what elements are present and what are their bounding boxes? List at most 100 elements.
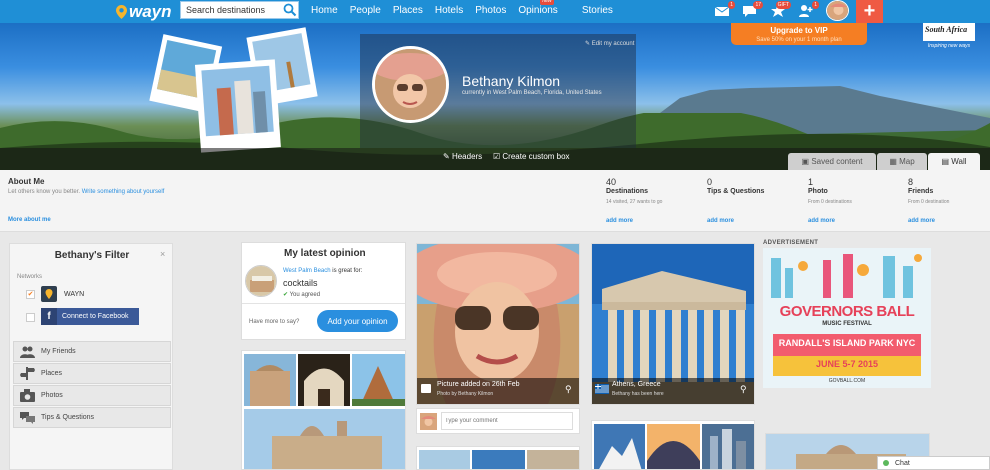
opinion-agreed: ✔ You agreed — [283, 291, 320, 298]
write-about-link[interactable]: Write something about yourself — [82, 189, 165, 195]
edit-account-link[interactable]: ✎ Edit my account — [585, 40, 634, 47]
stat-destinations: 40 Destinations 14 visited, 27 wants to … — [606, 177, 662, 224]
tab-map[interactable]: ▦ Map — [877, 153, 927, 170]
messages-button[interactable]: 1 — [714, 1, 735, 19]
headers-button[interactable]: ✎ Headers — [443, 152, 482, 161]
search-input[interactable] — [181, 3, 277, 17]
add-opinion-button[interactable]: Add your opinion — [317, 310, 398, 332]
facebook-icon: f — [41, 308, 57, 325]
wayn-network-icon — [41, 286, 57, 302]
online-status-icon — [883, 460, 889, 466]
search-box — [180, 1, 299, 19]
filter-item-label: Places — [41, 370, 63, 377]
close-icon[interactable]: × — [160, 249, 165, 259]
nav-opinions[interactable]: Opinions new — [518, 0, 569, 16]
ad-venue: RANDALL'S ISLAND PARK NYC — [773, 338, 921, 348]
stat-sub: From 0 destinations — [808, 199, 852, 205]
wayn-network-label: WAYN — [64, 291, 85, 298]
add-more-link[interactable]: add more — [707, 218, 734, 224]
friend-requests-button[interactable]: 1 — [798, 1, 819, 19]
gifts-button[interactable]: GIFT — [770, 1, 791, 19]
greece-flag-icon — [595, 384, 609, 394]
place-caption-title: Athens, Greece — [612, 381, 661, 388]
commenter-avatar — [420, 413, 437, 430]
user-avatar-menu[interactable] — [826, 0, 849, 21]
filter-item-places[interactable]: Places — [13, 363, 171, 384]
photo-grid-card[interactable] — [591, 420, 755, 470]
stat-label: Friends — [908, 188, 934, 195]
wayn-logo[interactable]: wayn — [116, 0, 172, 23]
nav-stories[interactable]: Stories — [582, 5, 613, 16]
notifications-button[interactable]: 17 — [742, 1, 763, 19]
nav-home[interactable]: Home — [311, 5, 338, 16]
more-to-say-text: Have more to say? — [249, 319, 300, 325]
nav-opinions-label: Opinions — [518, 4, 558, 16]
create-custom-box-button[interactable]: ☑ Create custom box — [493, 152, 570, 161]
place-post-card[interactable]: Athens, Greece Bethany has been here ⚲ — [591, 243, 755, 405]
photo-post-card[interactable]: Picture added on 26th Feb Photo by Betha… — [416, 243, 580, 405]
add-more-link[interactable]: add more — [606, 218, 633, 224]
more-about-me-link[interactable]: More about me — [8, 217, 51, 223]
south-africa-sponsor[interactable]: South Africa Inspiring new ways — [923, 23, 975, 51]
friends-icon — [20, 346, 35, 358]
photo-grid-card[interactable] — [241, 350, 406, 470]
filter-panel: Bethany's Filter × Networks ✔ WAYN f Con… — [9, 243, 173, 470]
nav-places[interactable]: Places — [393, 5, 423, 16]
connect-facebook-button[interactable]: f Connect to Facebook — [41, 308, 139, 325]
nav-photos[interactable]: Photos — [475, 5, 506, 16]
vip-subtitle: Save 50% on your 1 month plan — [756, 37, 842, 43]
photo-icon — [421, 384, 431, 393]
search-icon[interactable] — [283, 3, 297, 17]
opinion-place-thumbnail[interactable] — [245, 265, 277, 297]
photo-grid-card[interactable] — [416, 446, 580, 470]
chat-bar[interactable]: Chat — [877, 456, 990, 470]
facebook-button-label: Connect to Facebook — [62, 313, 129, 320]
filter-item-tips-questions[interactable]: Tips & Questions — [13, 407, 171, 428]
edit-account-label: Edit my account — [591, 41, 635, 47]
filter-item-photos[interactable]: Photos — [13, 385, 171, 406]
wayn-checkbox[interactable]: ✔ — [26, 290, 35, 299]
photo-caption: Picture added on 26th Feb Photo by Betha… — [417, 378, 579, 404]
pencil-icon: ✎ — [443, 152, 452, 161]
add-more-link[interactable]: add more — [808, 218, 835, 224]
ad-subheadline: MUSIC FESTIVAL — [822, 321, 872, 327]
profile-photo[interactable] — [372, 46, 449, 123]
nav-hotels[interactable]: Hotels — [435, 5, 463, 16]
stat-label: Tips & Questions — [707, 188, 765, 195]
filter-item-label: My Friends — [41, 348, 76, 355]
upgrade-vip-banner[interactable]: Upgrade to VIP Save 50% on your 1 month … — [731, 23, 867, 45]
place-caption: Athens, Greece Bethany has been here ⚲ — [592, 378, 754, 404]
facebook-checkbox[interactable] — [26, 313, 35, 322]
add-content-button[interactable]: + — [856, 0, 883, 23]
polaroid-photos-decoration — [148, 27, 326, 157]
headers-label: Headers — [451, 152, 483, 161]
opinion-card-title: My latest opinion — [284, 248, 366, 259]
filter-item-my-friends[interactable]: My Friends — [13, 341, 171, 362]
advertisement-label: ADVERTISEMENT — [763, 240, 819, 246]
governors-ball-ad[interactable]: GOVERNORS BALL MUSIC FESTIVAL RANDALL'S … — [763, 248, 931, 388]
comment-box — [416, 408, 580, 434]
friend-requests-badge: 1 — [812, 1, 819, 9]
opinion-place-link[interactable]: West Palm Beach — [283, 268, 331, 274]
location-pin-icon[interactable]: ⚲ — [565, 384, 572, 395]
nav-people[interactable]: People — [350, 5, 381, 16]
notifications-count-badge: 17 — [753, 1, 763, 9]
stat-photo: 1 Photo From 0 destinations add more — [808, 177, 852, 224]
ad-venue-text: RANDALL'S ISLAND PARK — [778, 338, 894, 348]
checkmark-icon: ✔ — [283, 292, 290, 298]
west-palm-beach-image — [246, 266, 276, 296]
comment-input[interactable] — [441, 412, 573, 430]
tab-saved-content[interactable]: ▣ Saved content — [788, 153, 876, 170]
add-more-link[interactable]: add more — [908, 218, 935, 224]
tab-wall-label: Wall — [951, 157, 967, 166]
vip-title: Upgrade to VIP — [770, 26, 828, 35]
gift-badge: GIFT — [775, 1, 791, 9]
chat-label: Chat — [895, 459, 910, 467]
tab-wall[interactable]: ▤ Wall — [928, 153, 980, 170]
location-pin-icon — [45, 289, 53, 299]
location-pin-icon[interactable]: ⚲ — [740, 384, 747, 395]
networks-label: Networks — [17, 274, 43, 280]
notification-icons: 1 17 GIFT 1 — [714, 0, 824, 23]
divider — [242, 303, 405, 304]
tab-saved-content-label: Saved content — [811, 157, 863, 166]
